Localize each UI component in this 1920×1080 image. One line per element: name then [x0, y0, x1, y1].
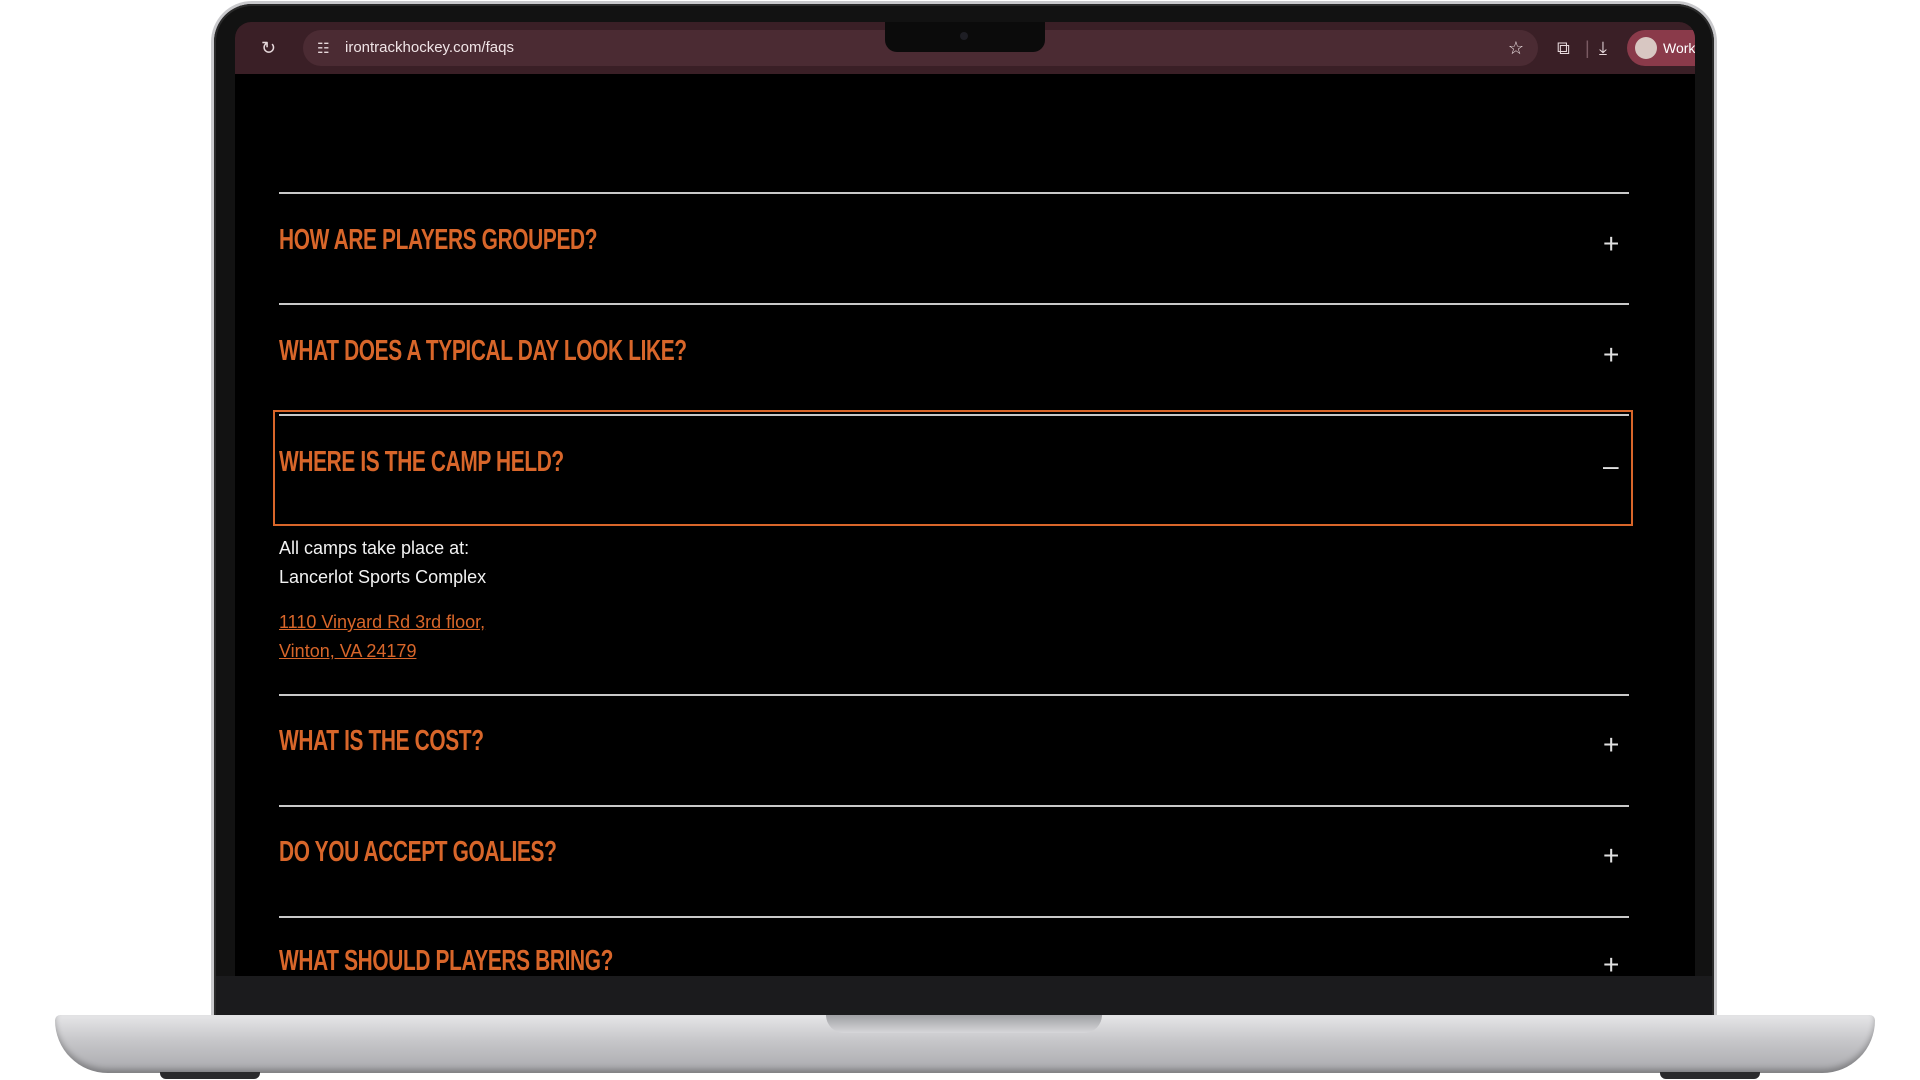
collapse-minus-icon[interactable]: –: [1603, 452, 1619, 480]
faq-page: HOW ARE PLAYERS GROUPED? + WHAT DOES A T…: [235, 74, 1695, 976]
address-link[interactable]: Vinton, VA 24179: [279, 637, 486, 666]
laptop-screen: ↻ ☷ irontrackhockey.com/faqs ☆ ⧉ | ⤓ Wor…: [235, 22, 1695, 976]
camera-notch: [885, 22, 1045, 52]
camera-dot: [960, 32, 968, 40]
expand-plus-icon[interactable]: +: [1603, 842, 1619, 870]
laptop-chin: [216, 976, 1712, 1018]
faq-question[interactable]: WHAT IS THE COST?: [279, 725, 484, 758]
faq-question[interactable]: HOW ARE PLAYERS GROUPED?: [279, 224, 597, 257]
faq-divider: [279, 805, 1629, 807]
star-icon[interactable]: ☆: [1508, 30, 1524, 66]
extensions-icon[interactable]: ⧉: [1557, 22, 1570, 74]
expand-plus-icon[interactable]: +: [1603, 341, 1619, 369]
answer-venue: Lancerlot Sports Complex: [279, 567, 487, 587]
laptop-opening-notch: [826, 1015, 1102, 1033]
faq-divider: [279, 694, 1629, 696]
expand-plus-icon[interactable]: +: [1603, 731, 1619, 759]
reload-icon[interactable]: ↻: [261, 22, 276, 74]
profile-label: Work: [1663, 40, 1695, 56]
profile-button[interactable]: Work: [1627, 30, 1695, 66]
faq-divider: [279, 303, 1629, 305]
answer-line: All camps take place at:: [279, 538, 470, 558]
faq-answer: All camps take place at: Lancerlot Sport…: [279, 534, 486, 666]
faq-divider: [279, 916, 1629, 918]
faq-divider: [279, 192, 1629, 194]
url-text[interactable]: irontrackhockey.com/faqs: [345, 30, 514, 66]
faq-question[interactable]: WHAT DOES A TYPICAL DAY LOOK LIKE?: [279, 335, 687, 368]
browser-toolbar: ↻ ☷ irontrackhockey.com/faqs ☆ ⧉ | ⤓ Wor…: [235, 22, 1695, 74]
faq-question-expanded[interactable]: WHERE IS THE CAMP HELD?: [279, 446, 564, 479]
faq-question[interactable]: WHAT SHOULD PLAYERS BRING?: [279, 945, 613, 976]
laptop-foot: [160, 1072, 260, 1079]
expand-plus-icon[interactable]: +: [1603, 951, 1619, 977]
site-info-icon[interactable]: ☷: [317, 30, 330, 66]
expand-plus-icon[interactable]: +: [1603, 230, 1619, 258]
toolbar-separator: |: [1585, 38, 1590, 58]
avatar: [1635, 37, 1657, 59]
faq-question[interactable]: DO YOU ACCEPT GOALIES?: [279, 836, 557, 869]
address-link[interactable]: 1110 Vinyard Rd 3rd floor,: [279, 608, 486, 637]
download-icon[interactable]: ⤓: [1599, 22, 1607, 74]
laptop-foot: [1660, 1072, 1760, 1079]
